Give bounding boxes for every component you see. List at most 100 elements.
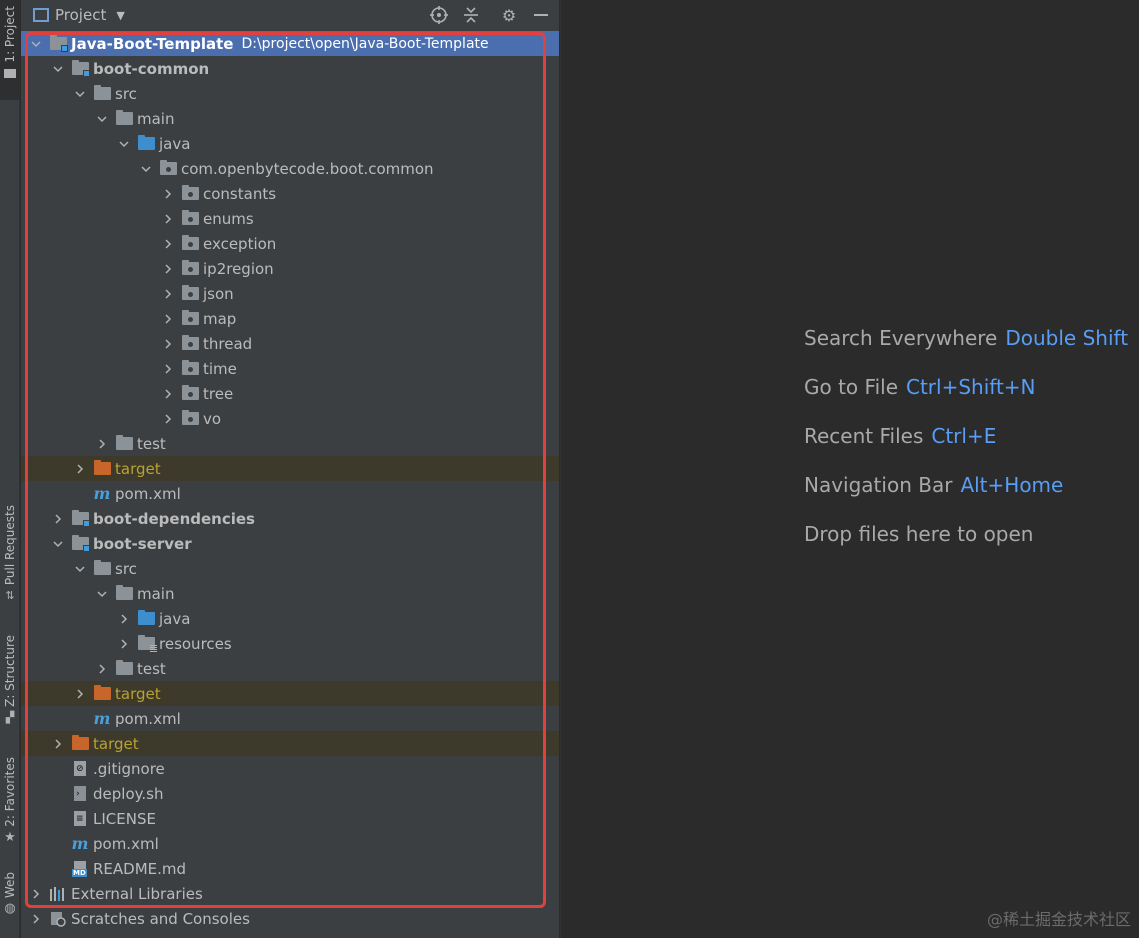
tree-row[interactable]: m pom.xml — [21, 481, 559, 506]
hint-shortcut: Ctrl+E — [931, 424, 997, 448]
chevron-right-icon[interactable] — [161, 237, 175, 251]
chevron-down-icon[interactable]: ▼ — [116, 9, 124, 22]
chevron-right-icon[interactable] — [161, 362, 175, 376]
pull-requests-tool-button[interactable]: Pull Requests ⇅ — [0, 505, 20, 615]
tree-item-label: java — [159, 609, 191, 628]
tree-row[interactable]: boot-common — [21, 56, 559, 81]
chevron-right-icon[interactable] — [73, 687, 87, 701]
chevron-right-icon[interactable] — [117, 637, 131, 651]
tree-row[interactable]: constants — [21, 181, 559, 206]
chevron-down-icon[interactable] — [51, 537, 65, 551]
tree-row[interactable]: map — [21, 306, 559, 331]
structure-label: Z: Structure — [3, 635, 17, 707]
chevron-down-icon[interactable] — [73, 87, 87, 101]
excluded-folder-icon — [93, 685, 111, 702]
tree-item-label: deploy.sh — [93, 784, 164, 803]
chevron-right-icon[interactable] — [95, 437, 109, 451]
chevron-right-icon[interactable] — [51, 512, 65, 526]
tree-row[interactable]: target — [21, 456, 559, 481]
chevron-right-icon[interactable] — [29, 912, 43, 926]
chevron-right-icon[interactable] — [117, 612, 131, 626]
tree-row[interactable]: target — [21, 681, 559, 706]
structure-tool-button[interactable]: Z: Structure ▞ — [0, 635, 20, 735]
pull-requests-label: Pull Requests — [3, 505, 17, 586]
tree-item-label: ip2region — [203, 259, 274, 278]
tree-row[interactable]: json — [21, 281, 559, 306]
tree-item-label: pom.xml — [115, 484, 181, 503]
project-tool-button[interactable]: 1: Project — [0, 0, 20, 100]
tree-item-label: pom.xml — [93, 834, 159, 853]
tree-row[interactable]: test — [21, 656, 559, 681]
globe-icon: ◍ — [4, 901, 16, 917]
tree-row[interactable]: External Libraries — [21, 881, 559, 906]
chevron-right-icon[interactable] — [161, 312, 175, 326]
tree-row[interactable]: vo — [21, 406, 559, 431]
chevron-right-icon[interactable] — [73, 462, 87, 476]
tree-row[interactable]: › deploy.sh — [21, 781, 559, 806]
tree-row[interactable]: main — [21, 106, 559, 131]
module-folder-icon — [71, 535, 90, 552]
tree-row[interactable]: m pom.xml — [21, 831, 559, 856]
project-panel-header: Project ▼ ⚙ — [21, 0, 559, 30]
chevron-down-icon[interactable] — [73, 562, 87, 576]
editor-hint: Navigation Bar Alt+Home — [804, 473, 1063, 497]
tree-row[interactable]: boot-dependencies — [21, 506, 559, 531]
panel-title[interactable]: Project — [55, 6, 106, 24]
favorites-tool-button[interactable]: 2: Favorites ★ — [0, 757, 20, 852]
tree-row[interactable]: src — [21, 556, 559, 581]
folder-icon — [4, 68, 16, 78]
scratches-icon — [49, 911, 67, 927]
chevron-right-icon[interactable] — [51, 737, 65, 751]
chevron-down-icon[interactable] — [139, 162, 153, 176]
tree-row[interactable]: ≡ LICENSE — [21, 806, 559, 831]
tree-row[interactable]: test — [21, 431, 559, 456]
chevron-right-icon[interactable] — [161, 337, 175, 351]
chevron-right-icon[interactable] — [29, 887, 43, 901]
tree-row[interactable]: time — [21, 356, 559, 381]
chevron-down-icon[interactable] — [95, 587, 109, 601]
chevron-down-icon[interactable] — [29, 37, 43, 51]
tree-row[interactable]: ip2region — [21, 256, 559, 281]
tree-row[interactable]: enums — [21, 206, 559, 231]
chevron-right-icon[interactable] — [95, 662, 109, 676]
tree-row[interactable]: ⊘ .gitignore — [21, 756, 559, 781]
tree-row[interactable]: exception — [21, 231, 559, 256]
tree-row[interactable]: java — [21, 606, 559, 631]
tree-row[interactable]: Scratches and Consoles — [21, 906, 559, 931]
tree-row[interactable]: tree — [21, 381, 559, 406]
tree-row[interactable]: main — [21, 581, 559, 606]
tree-row[interactable]: resources — [21, 631, 559, 656]
folder-icon — [115, 435, 133, 452]
chevron-right-icon[interactable] — [161, 287, 175, 301]
tree-item-label: src — [115, 559, 137, 578]
folder-icon — [93, 560, 111, 577]
hint-shortcut: Ctrl+Shift+N — [906, 375, 1036, 399]
tree-row[interactable]: target — [21, 731, 559, 756]
chevron-down-icon[interactable] — [117, 137, 131, 151]
tree-row[interactable]: thread — [21, 331, 559, 356]
chevron-right-icon[interactable] — [161, 262, 175, 276]
tree-row[interactable]: src — [21, 81, 559, 106]
chevron-right-icon[interactable] — [161, 212, 175, 226]
gear-icon[interactable]: ⚙ — [499, 5, 519, 25]
chevron-right-icon[interactable] — [161, 412, 175, 426]
tree-row[interactable]: java — [21, 131, 559, 156]
tree-row[interactable]: m pom.xml — [21, 706, 559, 731]
chevron-down-icon[interactable] — [95, 112, 109, 126]
module-folder-icon — [71, 510, 90, 527]
locate-icon[interactable] — [429, 5, 449, 25]
minimize-icon[interactable] — [531, 5, 551, 25]
tree-row[interactable]: boot-server — [21, 531, 559, 556]
chevron-right-icon[interactable] — [161, 387, 175, 401]
web-label: Web — [3, 872, 17, 899]
tree-row[interactable]: Java-Boot-Template D:\project\open\Java-B… — [21, 31, 559, 56]
chevron-down-icon[interactable] — [51, 62, 65, 76]
tree-row[interactable]: MD README.md — [21, 856, 559, 881]
chevron-right-icon[interactable] — [161, 187, 175, 201]
tree-row[interactable]: com.openbytecode.boot.common — [21, 156, 559, 181]
web-tool-button[interactable]: Web ◍ — [0, 872, 20, 932]
package-icon — [181, 185, 199, 202]
collapse-all-icon[interactable] — [461, 5, 481, 25]
